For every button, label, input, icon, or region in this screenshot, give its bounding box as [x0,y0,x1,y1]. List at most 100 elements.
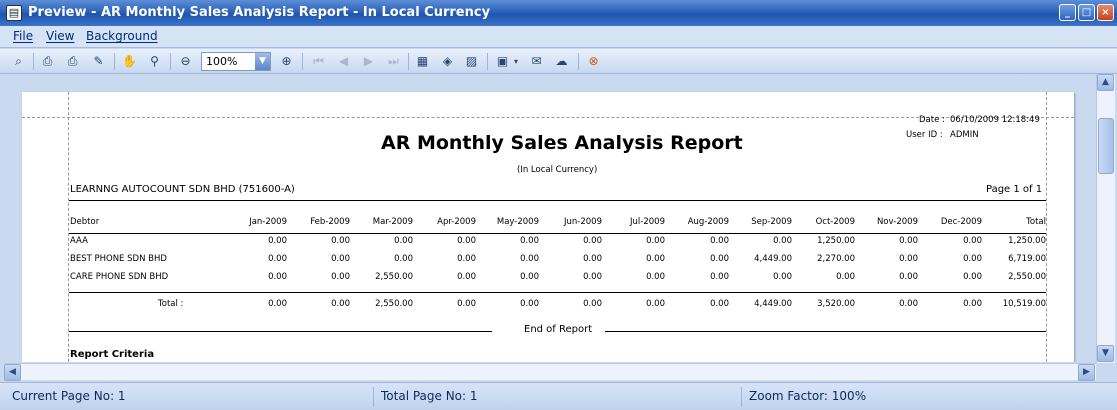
export-icon[interactable]: ✎ [90,53,107,70]
magnifier-icon[interactable]: ⚲ [146,53,163,70]
row-cell: 0.00 [710,254,729,264]
row-cell: 0.00 [268,236,287,246]
total-cell: 0.00 [646,299,665,309]
total-cell: 10,519.00 [1002,299,1046,309]
row-cell: 0.00 [457,254,476,264]
scroll-up-icon[interactable]: ▲ [1097,74,1114,91]
open-icon[interactable]: ☁ [553,53,570,70]
close-button[interactable]: × [1097,4,1114,21]
report-subtitle: (In Local Currency) [517,165,598,175]
export-document-icon[interactable]: ▣ [494,53,511,70]
column-header: Oct-2009 [815,217,855,227]
row-cell: 0.00 [394,236,413,246]
row-cell: 0.00 [331,272,350,282]
maximize-button[interactable]: □ [1078,4,1095,21]
row-cell: 0.00 [268,272,287,282]
row-cell: 6,719.00 [1008,254,1046,264]
horizontal-scrollbar[interactable]: ◀ ▶ [4,363,1096,381]
user-id-value: ADMIN [950,130,979,140]
row-cell: 2,270.00 [817,254,855,264]
margin-guide [68,92,69,362]
zoom-select[interactable]: 100% ▼ [201,52,271,71]
row-cell: 0.00 [646,236,665,246]
hand-tool-icon[interactable]: ✋ [121,53,138,70]
vertical-scroll-thumb[interactable] [1098,118,1114,174]
total-cell: 3,520.00 [817,299,855,309]
column-header: Jan-2009 [249,217,287,227]
window-title: Preview - AR Monthly Sales Analysis Repo… [28,5,491,20]
report-preview-icon: ▤ [6,5,22,21]
first-page-icon[interactable]: ⏮ [310,53,327,70]
email-icon[interactable]: ✉ [528,53,545,70]
page-color-icon[interactable]: ◈ [439,53,456,70]
minimize-button[interactable]: _ [1059,4,1076,21]
total-cell: 0.00 [457,299,476,309]
margin-guide [22,117,1074,118]
column-header: Aug-2009 [687,217,729,227]
total-cell: 2,550.00 [375,299,413,309]
column-header: Total [1026,217,1046,227]
print-icon[interactable]: ⎙ [64,53,81,70]
next-page-icon[interactable]: ▶ [360,53,377,70]
export-dropdown-icon[interactable]: ▾ [511,53,521,70]
column-header: Sep-2009 [751,217,792,227]
row-debtor-name: BEST PHONE SDN BHD [70,254,167,264]
row-cell: 0.00 [394,254,413,264]
page-info: Page 1 of 1 [986,184,1043,195]
scroll-left-icon[interactable]: ◀ [4,364,21,381]
end-rule-left [69,331,492,332]
exit-icon[interactable]: ⊗ [585,53,602,70]
menu-background[interactable]: Background [86,29,158,43]
total-cell: 0.00 [899,299,918,309]
row-debtor-name: CARE PHONE SDN BHD [70,272,169,282]
current-page-status: Current Page No: 1 [4,387,374,407]
chevron-down-icon[interactable]: ▼ [255,53,270,70]
menu-file[interactable]: File [13,29,33,43]
find-icon[interactable]: ⌕ [10,53,27,70]
print-setup-icon[interactable]: ⎙ [39,53,56,70]
date-label: Date : [919,115,945,125]
total-cell: 0.00 [520,299,539,309]
row-cell: 0.00 [963,272,982,282]
toolbar-separator [302,53,303,70]
toolbar-separator [33,53,34,70]
multiple-pages-icon[interactable]: ▦ [414,53,431,70]
total-cell: 0.00 [583,299,602,309]
vertical-scrollbar[interactable]: ▲ ▼ [1096,74,1115,363]
zoom-in-icon[interactable]: ⊕ [278,53,295,70]
scroll-right-icon[interactable]: ▶ [1078,364,1095,381]
total-cell: 0.00 [963,299,982,309]
column-header-rule [69,233,1046,234]
row-debtor-name: AAA [70,236,88,246]
total-cell: 4,449.00 [754,299,792,309]
menu-view[interactable]: View [46,29,74,43]
row-cell: 0.00 [520,254,539,264]
toolbar-separator [578,53,579,70]
scroll-down-icon[interactable]: ▼ [1097,345,1114,362]
row-cell: 0.00 [331,236,350,246]
row-cell: 0.00 [899,254,918,264]
title-bar: ▤ Preview - AR Monthly Sales Analysis Re… [0,0,1117,26]
row-cell: 2,550.00 [375,272,413,282]
total-page-status: Total Page No: 1 [373,387,742,407]
row-cell: 0.00 [773,272,792,282]
total-cell: 0.00 [331,299,350,309]
total-cell: 0.00 [710,299,729,309]
end-of-report: End of Report [524,324,593,335]
report-title: AR Monthly Sales Analysis Report [381,132,743,154]
toolbar-separator [170,53,171,70]
row-cell: 0.00 [899,236,918,246]
row-cell: 0.00 [520,236,539,246]
column-header: May-2009 [496,217,539,227]
row-cell: 0.00 [646,272,665,282]
totals-rule [69,292,1046,293]
toolbar-separator [487,53,488,70]
zoom-out-icon[interactable]: ⊖ [177,53,194,70]
row-cell: 0.00 [457,236,476,246]
last-page-icon[interactable]: ⏭ [385,53,402,70]
row-cell: 0.00 [268,254,287,264]
previous-page-icon[interactable]: ◀ [335,53,352,70]
watermark-icon[interactable]: ▨ [463,53,480,70]
row-cell: 4,449.00 [754,254,792,264]
header-rule [69,200,1046,201]
